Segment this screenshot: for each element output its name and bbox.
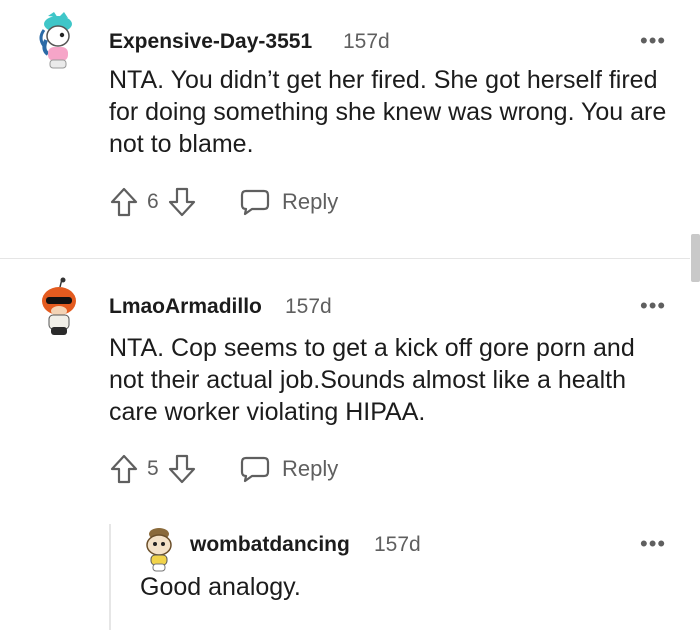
- comment-1: Expensive-Day-3551 157d ••• NTA. You did…: [0, 0, 700, 258]
- more-options-button[interactable]: •••: [640, 30, 666, 52]
- comment-age: 157d: [343, 30, 390, 53]
- comment-text: Good analogy.: [140, 573, 301, 601]
- vote-count: 5: [147, 457, 159, 480]
- snoo-sunglasses-avatar-icon[interactable]: [36, 277, 82, 337]
- reply-button[interactable]: Reply: [240, 188, 338, 216]
- comment-username[interactable]: wombatdancing: [190, 533, 350, 557]
- comment-text: NTA. Cop seems to get a kick off gore po…: [109, 334, 635, 426]
- speech-bubble-icon: [240, 456, 270, 483]
- upvote-icon[interactable]: [109, 453, 139, 485]
- more-options-button[interactable]: •••: [640, 295, 666, 317]
- upvote-icon[interactable]: [109, 186, 139, 218]
- more-options-button[interactable]: •••: [640, 533, 666, 555]
- reply-label: Reply: [282, 189, 339, 214]
- comment-username[interactable]: LmaoArmadillo: [109, 295, 262, 319]
- snoo-hat-avatar-icon[interactable]: [140, 524, 178, 574]
- unicorn-avatar-icon[interactable]: [34, 10, 80, 70]
- comment-age: 157d: [285, 295, 332, 318]
- vote-controls: 6: [109, 186, 197, 218]
- comment-age: 157d: [374, 533, 421, 556]
- comment-username[interactable]: Expensive-Day-3551: [109, 30, 312, 54]
- comment-3: wombatdancing 157d ••• Good analogy.: [0, 510, 700, 630]
- comment-2: LmaoArmadillo 157d ••• NTA. Cop seems to…: [0, 259, 700, 509]
- vote-controls: 5: [109, 453, 197, 485]
- comment-text: NTA. You didn’t get her fired. She got h…: [109, 66, 667, 158]
- downvote-icon[interactable]: [167, 186, 197, 218]
- reply-button[interactable]: Reply: [240, 455, 338, 483]
- downvote-icon[interactable]: [167, 453, 197, 485]
- reply-label: Reply: [282, 456, 339, 481]
- vote-count: 6: [147, 190, 159, 213]
- speech-bubble-icon: [240, 189, 270, 216]
